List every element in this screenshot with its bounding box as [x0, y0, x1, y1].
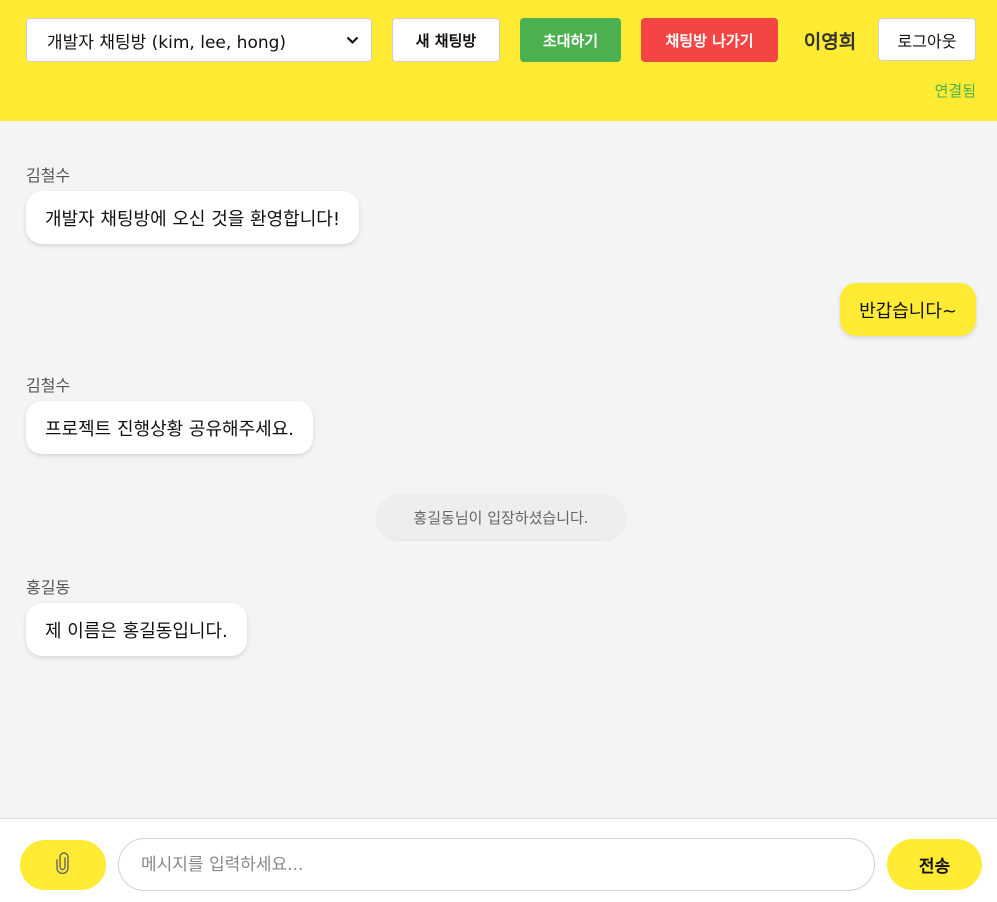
room-select[interactable]: 개발자 채팅방 (kim, lee, hong) — [26, 18, 372, 62]
message-sender: 홍길동 — [26, 578, 71, 597]
invite-button[interactable]: 초대하기 — [520, 18, 621, 62]
system-message: 홍길동님이 입장하셨습니다. — [377, 495, 625, 539]
message-bubble-incoming: 프로젝트 진행상황 공유해주세요. — [26, 401, 314, 454]
current-user-name: 이영희 — [803, 30, 857, 53]
send-button[interactable]: 전송 — [887, 839, 982, 890]
chevron-down-icon — [345, 33, 359, 47]
new-room-button[interactable]: 새 채팅방 — [392, 18, 500, 62]
message-bubble-incoming: 개발자 채팅방에 오신 것을 환영합니다! — [26, 191, 360, 244]
message-sender: 김철수 — [26, 166, 71, 185]
room-select-value: 개발자 채팅방 (kim, lee, hong) — [47, 32, 287, 53]
leave-room-button[interactable]: 채팅방 나가기 — [641, 18, 778, 62]
message-bubble-outgoing: 반갑습니다~ — [840, 283, 976, 336]
message-sender: 김철수 — [26, 376, 71, 395]
message-list[interactable]: 김철수 개발자 채팅방에 오신 것을 환영합니다! 반갑습니다~ 김철수 프로젝… — [0, 121, 997, 818]
paperclip-icon — [56, 852, 70, 878]
message-bubble-incoming: 제 이름은 홍길동입니다. — [26, 603, 247, 656]
message-composer: 전송 — [0, 818, 997, 902]
attach-button[interactable] — [20, 840, 106, 890]
connection-status: 연결됨 — [934, 82, 976, 100]
chat-header: 개발자 채팅방 (kim, lee, hong) 새 채팅방 초대하기 채팅방 … — [0, 0, 997, 121]
logout-button[interactable]: 로그아웃 — [878, 18, 976, 61]
message-input[interactable] — [118, 838, 875, 891]
